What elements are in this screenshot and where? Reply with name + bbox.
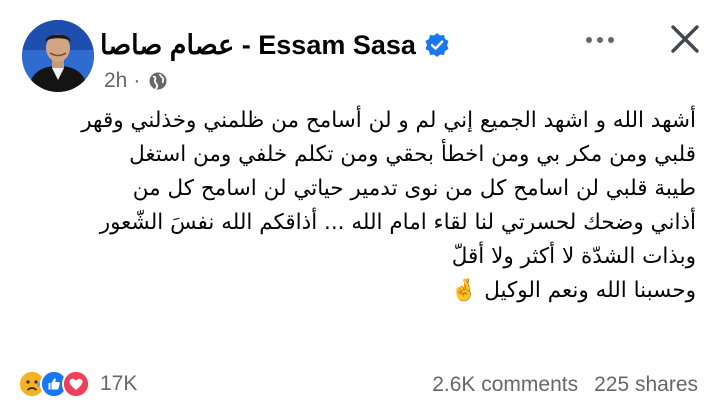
post-text-line: طيبة قلبي لن اسامح كل من نوى تدمير حياتي… xyxy=(132,176,696,201)
comments-count[interactable]: 2.6K comments xyxy=(432,373,578,397)
facebook-post: عصام صاصا - Essam Sasa 2h · أشهد الله و … xyxy=(0,0,720,413)
post-text: أشهد الله و اشهد الجميع إني لم و لن أسام… xyxy=(20,104,696,308)
post-text-line: أذاني وضحك لحسرتي لنا لقاء امام الله ...… xyxy=(99,210,696,235)
close-button[interactable] xyxy=(662,16,708,62)
love-icon xyxy=(62,370,90,398)
post-text-line: أشهد الله و اشهد الجميع إني لم و لن أسام… xyxy=(81,108,696,133)
post-author: عصام صاصا - Essam Sasa xyxy=(100,27,450,63)
post-text-line: وبذات الشدّة لا أكثر ولا أقلّ xyxy=(451,244,696,269)
close-icon xyxy=(671,25,699,53)
post-timestamp[interactable]: 2h xyxy=(104,69,127,93)
more-dots-icon xyxy=(586,37,614,43)
avatar-image xyxy=(22,20,94,92)
more-options-button[interactable] xyxy=(578,22,622,58)
avatar[interactable] xyxy=(22,20,94,92)
shares-count[interactable]: 225 shares xyxy=(594,373,698,397)
reactions-summary[interactable]: 17K xyxy=(18,370,137,398)
reactions-count[interactable]: 17K xyxy=(100,372,137,396)
post-stats: 2.6K comments 225 shares xyxy=(432,371,698,399)
post-text-line: قلبي ومن مكر بي ومن اخطأ بحقي ومن تكلم خ… xyxy=(129,142,696,167)
meta-separator: · xyxy=(133,69,141,92)
verified-badge-icon xyxy=(424,32,450,58)
globe-icon[interactable] xyxy=(148,71,168,91)
post-meta: 2h · xyxy=(104,69,168,93)
author-name[interactable]: عصام صاصا - Essam Sasa xyxy=(100,30,416,61)
post-text-line: وحسبنا الله ونعم الوكيل 🤞 xyxy=(450,278,696,303)
